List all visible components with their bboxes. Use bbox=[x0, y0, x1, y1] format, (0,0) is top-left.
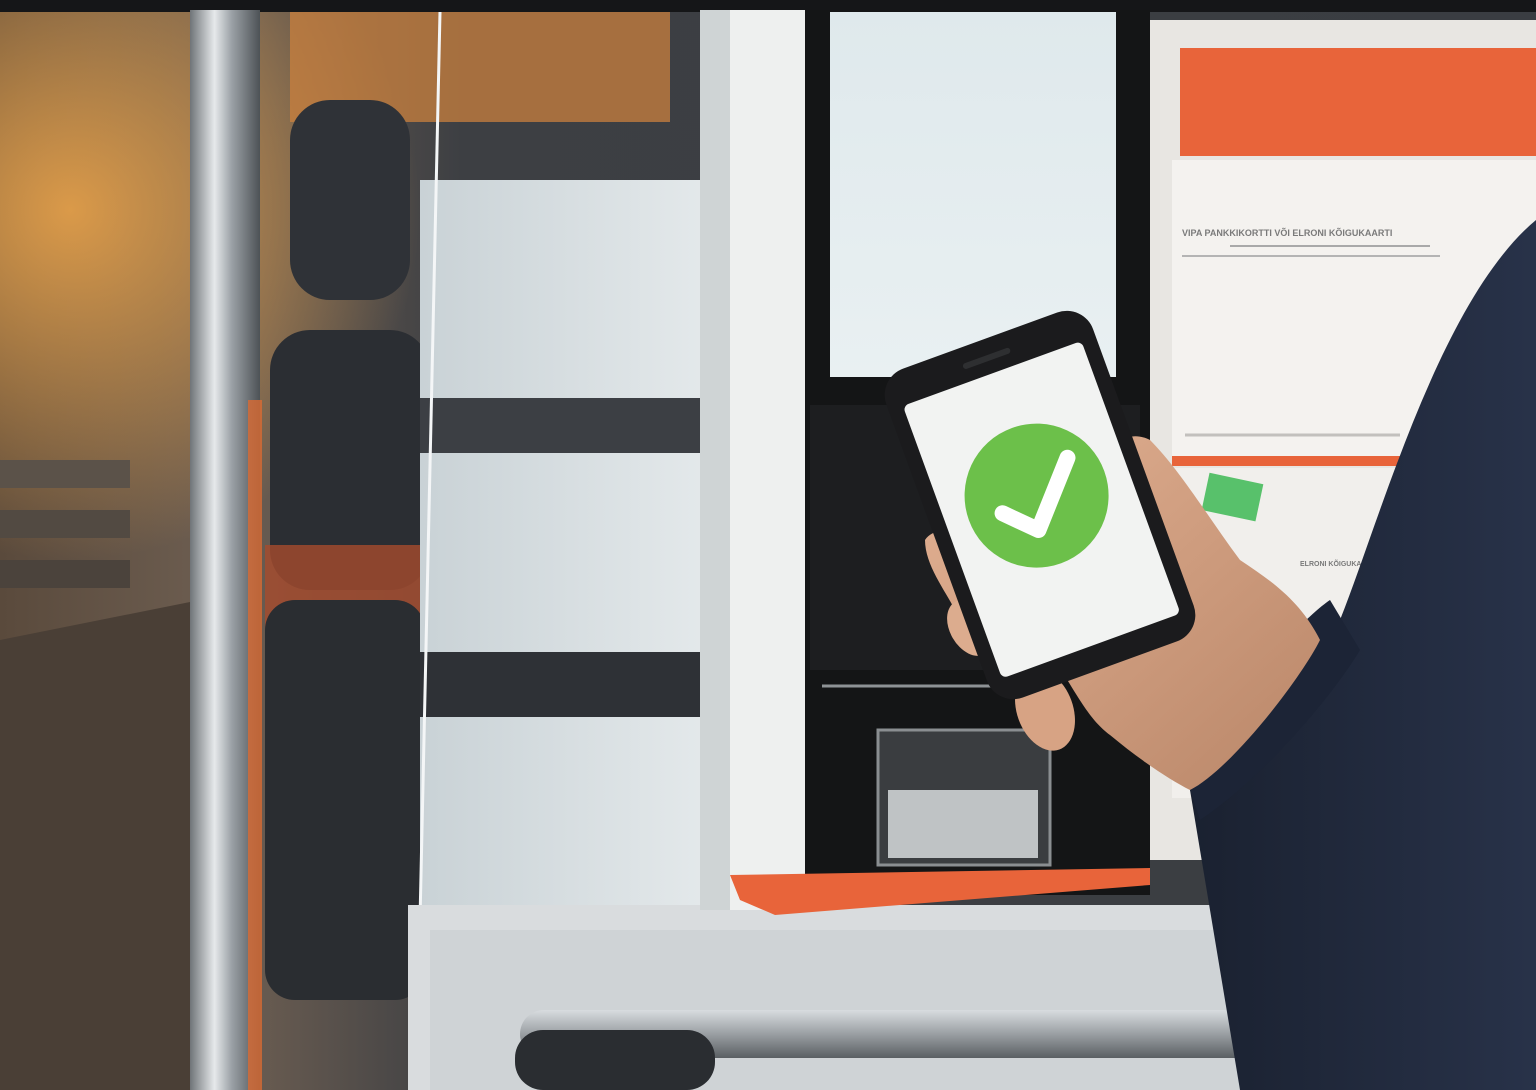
photo-scene: VIPA PANKKIKORTTI VÕI ELRONI KÕIGUKAARTI… bbox=[0, 0, 1536, 1090]
handrail-dark-end bbox=[515, 1030, 715, 1090]
glass-dark-band-2 bbox=[420, 652, 710, 717]
step-1 bbox=[0, 460, 130, 488]
sign-heading-text: VIPA PANKKIKORTTI VÕI ELRONI KÕIGUKAARTI bbox=[1182, 228, 1392, 238]
glass-partition bbox=[420, 180, 710, 920]
scene-svg: VIPA PANKKIKORTTI VÕI ELRONI KÕIGUKAARTI… bbox=[0, 0, 1536, 1090]
glass-dark-band-1 bbox=[420, 398, 710, 453]
grab-pole-orange-edge bbox=[248, 400, 262, 1090]
ticket-slot-inner bbox=[888, 790, 1038, 858]
seat-back-1 bbox=[290, 100, 410, 300]
floor bbox=[0, 600, 200, 1090]
info-sign-orange-divider bbox=[1172, 456, 1422, 466]
step-3 bbox=[0, 560, 130, 588]
step-2 bbox=[0, 510, 130, 538]
info-sign-orange-header bbox=[1180, 48, 1536, 156]
seat-front bbox=[265, 600, 425, 1000]
validator-column-shadow bbox=[700, 10, 730, 910]
